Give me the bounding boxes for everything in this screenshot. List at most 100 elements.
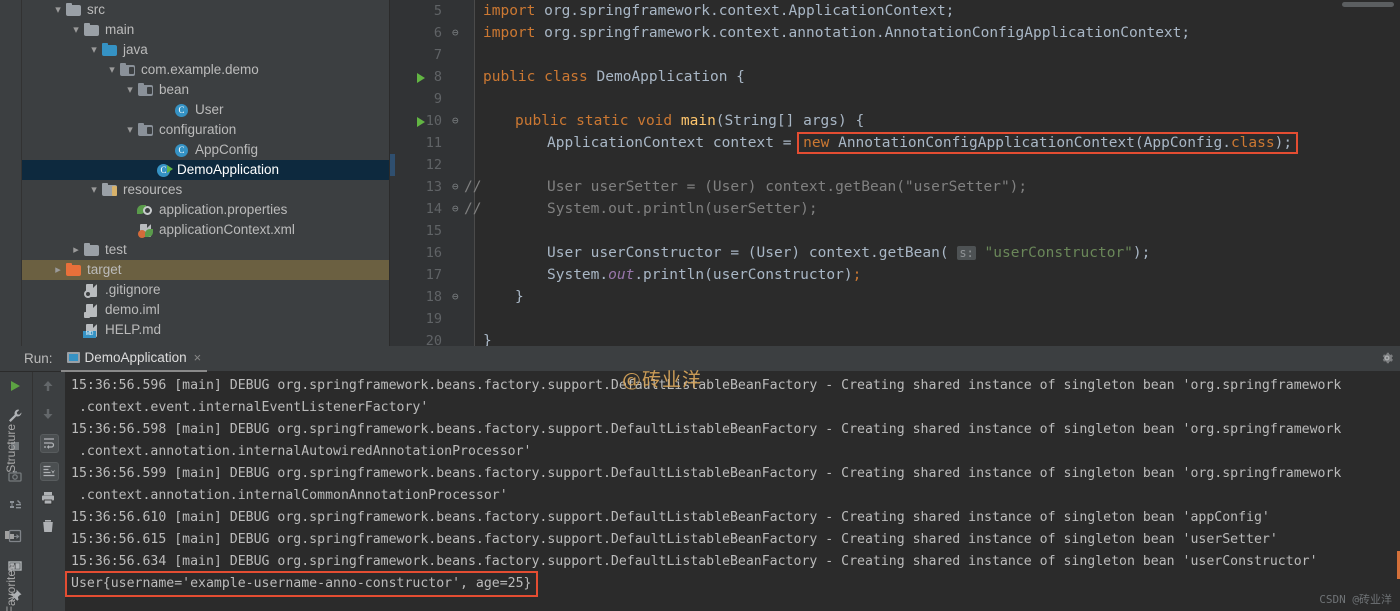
highlighted-code-segment: new AnnotationConfigApplicationContext(A… (800, 135, 1295, 151)
chevron-right-icon[interactable] (51, 260, 65, 280)
line-number: 20 (390, 330, 450, 346)
tree-node-application-properties[interactable]: application.properties (22, 200, 389, 220)
tree-node-appconfig[interactable]: CAppConfig (22, 140, 389, 160)
chevron-down-icon[interactable] (105, 60, 119, 80)
idea-window: srcmainjavacom.example.demobeanCUserconf… (0, 0, 1400, 611)
console-log-line[interactable]: 15:36:56.634 [main] DEBUG org.springfram… (71, 551, 1318, 573)
tree-node-label: test (105, 240, 127, 260)
tree-node-configuration[interactable]: configuration (22, 120, 389, 140)
code-line[interactable]: System.out.println(userConstructor); (547, 264, 861, 286)
tree-node-com-example-demo[interactable]: com.example.demo (22, 60, 389, 80)
chevron-down-icon[interactable] (51, 0, 65, 20)
folder-orange-icon (65, 262, 83, 278)
tree-node-applicationcontext-xml[interactable]: applicationContext.xml (22, 220, 389, 240)
favorites-tool-label[interactable]: Favorites (4, 564, 18, 611)
code-line[interactable]: public static void main(String[] args) { (515, 110, 864, 132)
scroll-to-end-icon[interactable] (40, 462, 59, 481)
fold-marker-icon[interactable]: ⊖ (452, 22, 459, 44)
code-editor[interactable]: 567891011121314151617181920 import org.s… (390, 0, 1400, 346)
line-number: 5 (390, 0, 450, 22)
horizontal-scrollbar-thumb[interactable] (1342, 2, 1394, 7)
console-result-line[interactable]: User{username='example-username-anno-con… (67, 573, 536, 595)
tab-demoapplication[interactable]: DemoApplication × (61, 346, 208, 372)
code-line[interactable]: ApplicationContext context = new Annotat… (547, 132, 1295, 154)
tree-node-target[interactable]: target (22, 260, 389, 280)
console-log-line[interactable]: 15:36:56.599 [main] DEBUG org.springfram… (71, 463, 1341, 485)
line-number: 14 (390, 198, 450, 220)
fold-marker-icon[interactable]: ⊖ (452, 198, 459, 220)
tree-node-label: main (105, 20, 134, 40)
tree-node--gitignore[interactable]: .gitignore (22, 280, 389, 300)
iml-file-icon (83, 302, 101, 318)
print-icon[interactable] (40, 490, 59, 509)
line-number: 17 (390, 264, 450, 286)
run-gutter-icon[interactable] (417, 73, 425, 83)
code-line[interactable]: import org.springframework.context.Appli… (483, 0, 954, 22)
threaddump-icon[interactable] (7, 498, 26, 517)
close-icon[interactable]: × (194, 350, 202, 365)
markdown-file-icon: MD (83, 322, 101, 338)
line-number: 19 (390, 308, 450, 330)
softwrap-icon[interactable] (40, 434, 59, 453)
project-tree[interactable]: srcmainjavacom.example.demobeanCUserconf… (22, 0, 390, 346)
tree-node-resources[interactable]: resources (22, 180, 389, 200)
line-number: 13 (390, 176, 450, 198)
code-line[interactable]: import org.springframework.context.annot… (483, 22, 1190, 44)
line-number: 12 (390, 154, 450, 176)
trash-icon[interactable] (40, 518, 59, 537)
down-arrow-icon[interactable] (40, 406, 59, 425)
tree-node-java[interactable]: java (22, 40, 389, 60)
tree-node-test[interactable]: test (22, 240, 389, 260)
chevron-down-icon[interactable] (87, 180, 101, 200)
fold-marker-icon[interactable]: ⊖ (452, 110, 459, 132)
chevron-right-icon[interactable] (69, 240, 83, 260)
chevron-down-icon[interactable] (123, 120, 137, 140)
chevron-down-icon[interactable] (87, 40, 101, 60)
tree-node-main[interactable]: main (22, 20, 389, 40)
code-line[interactable]: public class DemoApplication { (483, 66, 745, 88)
console-log-line[interactable]: 15:36:56.598 [main] DEBUG org.springfram… (71, 419, 1341, 441)
tree-node-user[interactable]: CUser (22, 100, 389, 120)
gear-icon[interactable] (1380, 351, 1394, 365)
console-log-line[interactable]: .context.event.internalEventListenerFact… (71, 397, 428, 419)
tree-node-help-md[interactable]: MDHELP.md (22, 320, 389, 340)
tree-node-src[interactable]: src (22, 0, 389, 20)
up-arrow-icon[interactable] (40, 378, 59, 397)
folder-grey-icon (65, 2, 83, 18)
class-icon: C (173, 102, 191, 118)
fold-marker-icon[interactable]: ⊖ (452, 176, 459, 198)
caret-line-marker (390, 154, 395, 176)
console-log-line[interactable]: 15:36:56.615 [main] DEBUG org.springfram… (71, 529, 1278, 551)
chevron-down-icon[interactable] (69, 20, 83, 40)
rerun-icon[interactable] (7, 378, 26, 397)
line-number: 9 (390, 88, 450, 110)
chevron-down-icon[interactable] (123, 80, 137, 100)
code-line[interactable]: } (515, 286, 524, 308)
code-line[interactable]: System.out.println(userSetter); (547, 198, 818, 220)
run-toolbar-right[interactable] (33, 372, 65, 611)
tree-node-demoapplication[interactable]: CDemoApplication (22, 160, 389, 180)
tree-node-demo-iml[interactable]: demo.iml (22, 300, 389, 320)
editor-gutter[interactable]: 567891011121314151617181920 (390, 0, 450, 346)
tab-label: DemoApplication (85, 350, 187, 365)
console-log-line[interactable]: .context.annotation.internalCommonAnnota… (71, 485, 508, 507)
class-icon: C (173, 142, 191, 158)
console-output[interactable]: CSDN @砖业洋 15:36:56.596 [main] DEBUG org.… (65, 372, 1400, 611)
run-tool-window: Run: DemoApplication × CSDN @砖业洋 15:36:5… (0, 346, 1400, 611)
structure-tool-label[interactable]: Structure (4, 424, 18, 473)
tree-node-label: application.properties (159, 200, 287, 220)
line-number: 6 (390, 22, 450, 44)
fold-marker-icon[interactable]: ⊖ (452, 286, 459, 308)
tree-node-bean[interactable]: bean (22, 80, 389, 100)
console-log-line[interactable]: 15:36:56.610 [main] DEBUG org.springfram… (71, 507, 1270, 529)
run-gutter-icon[interactable] (417, 117, 425, 127)
console-log-line[interactable]: 15:36:56.596 [main] DEBUG org.springfram… (71, 375, 1341, 397)
class-runnable-icon: C (155, 162, 173, 178)
code-lines[interactable]: import org.springframework.context.Appli… (475, 0, 1400, 346)
code-line[interactable]: } (483, 330, 492, 346)
tree-node-label: demo.iml (105, 300, 160, 320)
code-line[interactable]: User userSetter = (User) context.getBean… (547, 176, 1027, 198)
line-number: 15 (390, 220, 450, 242)
code-line[interactable]: User userConstructor = (User) context.ge… (547, 242, 1150, 264)
console-log-line[interactable]: .context.annotation.internalAutowiredAnn… (71, 441, 532, 463)
